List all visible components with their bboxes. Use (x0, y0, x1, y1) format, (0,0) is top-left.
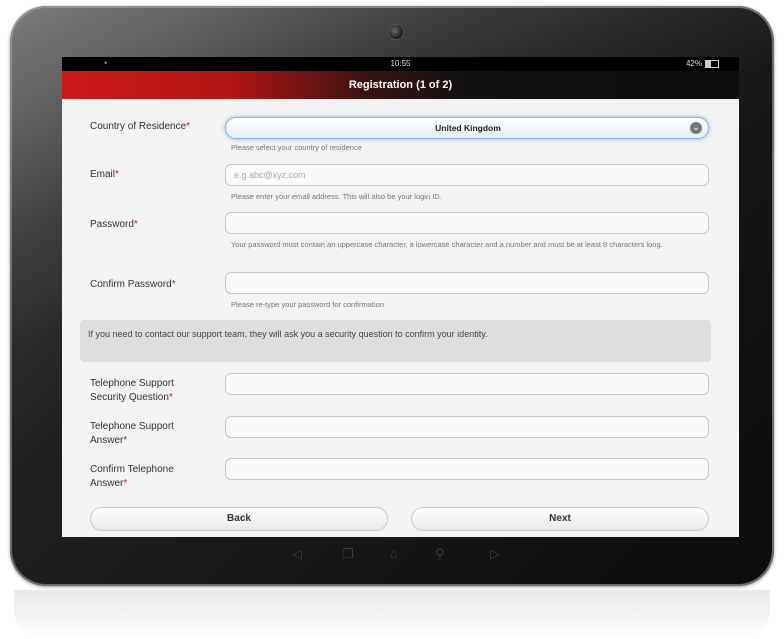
front-camera (389, 25, 403, 39)
country-select[interactable]: United Kingdom ⌄ (225, 117, 709, 139)
country-select-value: United Kingdom (435, 123, 501, 133)
country-hint: Please select your country of residence (231, 143, 362, 152)
confirm-password-field[interactable] (225, 272, 709, 294)
recent-apps-icon[interactable]: ❐ (342, 546, 354, 562)
confirm-password-label: Confirm Password* (90, 279, 176, 290)
system-nav-bar: ◁ ❐ ⌂ ⚲ ▷ (292, 546, 522, 566)
battery-status: 42% (686, 59, 719, 68)
confirm-password-hint: Please re-type your password for confirm… (231, 300, 384, 309)
email-field[interactable]: e.g abc@xyz.com (225, 164, 709, 186)
support-answer-field[interactable] (225, 416, 709, 438)
security-question-field[interactable] (225, 373, 709, 395)
back-arrow-icon[interactable]: ◁ (292, 546, 302, 562)
status-bar: ◔ 10:55 42% (62, 57, 739, 71)
security-question-label: Telephone Support Security Question* (90, 378, 174, 403)
confirm-answer-field[interactable] (225, 458, 709, 480)
battery-icon (705, 59, 719, 68)
support-answer-label: Telephone Support Answer* (90, 421, 174, 446)
next-button[interactable]: Next (411, 507, 709, 531)
tablet-screen: ◔ 10:55 42% Registration (1 of 2) Countr… (62, 57, 739, 537)
device-reflection (14, 590, 770, 639)
security-notice-text: If you need to contact our support team,… (88, 329, 488, 339)
password-label: Password* (90, 219, 138, 230)
email-hint: Please enter your email address. This wi… (231, 192, 442, 201)
status-time: 10:55 (390, 59, 411, 68)
security-notice: If you need to contact our support team,… (80, 320, 711, 362)
back-button[interactable]: Back (90, 507, 388, 531)
email-placeholder: e.g abc@xyz.com (234, 170, 306, 180)
confirm-answer-label: Confirm Telephone Answer* (90, 464, 174, 489)
password-hint: Your password must contain an uppercase … (231, 240, 663, 249)
email-label: Email* (90, 169, 119, 180)
country-label: Country of Residence* (90, 121, 191, 132)
password-field[interactable] (225, 212, 709, 234)
home-icon[interactable]: ⌂ (390, 546, 398, 561)
battery-percent: 42% (685, 59, 702, 68)
title-bar: Registration (1 of 2) (62, 71, 739, 99)
forward-arrow-icon[interactable]: ▷ (490, 546, 500, 562)
chevron-down-icon: ⌄ (690, 122, 702, 134)
search-icon[interactable]: ⚲ (435, 546, 445, 562)
page-title: Registration (1 of 2) (348, 79, 453, 91)
